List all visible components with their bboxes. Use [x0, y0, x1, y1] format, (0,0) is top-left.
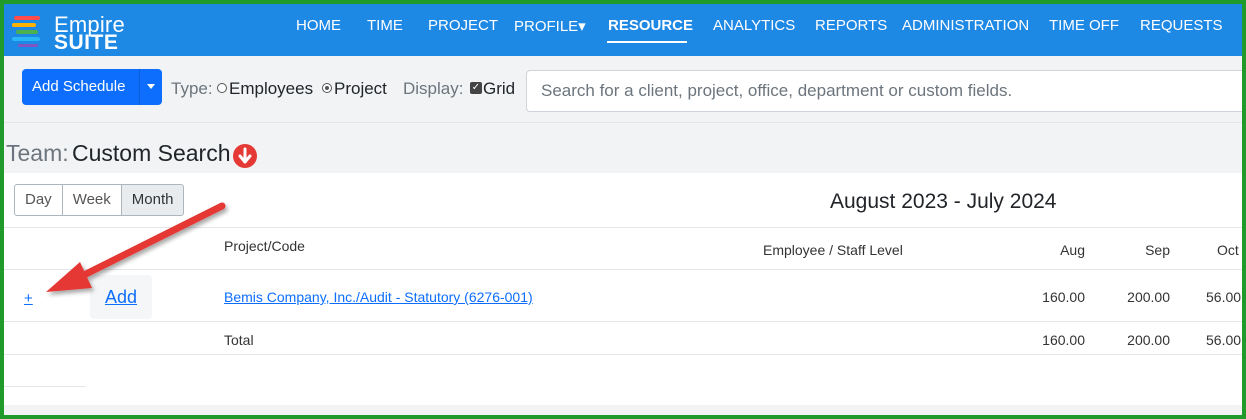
nav-time[interactable]: TIME — [367, 17, 403, 34]
schedule-toolbar: Add Schedule Type: Employees Project Dis… — [4, 56, 1242, 123]
search-input[interactable] — [526, 70, 1242, 112]
footer-strip — [4, 405, 1242, 415]
add-schedule-button[interactable]: Add Schedule — [22, 69, 162, 105]
row-value-aug: 160.00 — [1042, 289, 1085, 305]
add-schedule-divider — [139, 69, 140, 105]
display-label: Display: — [403, 79, 464, 98]
row-divider — [4, 321, 1242, 322]
arrow-down-circle-icon[interactable] — [232, 143, 258, 169]
display-grid-label[interactable]: Grid — [483, 79, 515, 99]
type-label: Type: — [171, 79, 213, 98]
radio-project[interactable] — [322, 83, 332, 93]
add-schedule-label: Add Schedule — [32, 78, 126, 95]
nav-analytics[interactable]: ANALYTICS — [713, 17, 795, 34]
schedule-panel: Day Week Month August 2023 - July 2024 P… — [4, 173, 1242, 405]
team-value: Custom Search — [72, 140, 231, 166]
view-day-button[interactable]: Day — [14, 184, 63, 216]
logo-name-line2: SUITE — [54, 31, 119, 54]
screenshot-frame: Empire SUITE HOME TIME PROJECT PROFILE▾ … — [0, 0, 1246, 419]
header-employee-staff: Employee / Staff Level — [763, 242, 903, 258]
nav-resource[interactable]: RESOURCE — [608, 17, 693, 34]
project-link[interactable]: Bemis Company, Inc./Audit - Statutory (6… — [224, 289, 533, 305]
date-range-title: August 2023 - July 2024 — [830, 190, 1057, 213]
header-divider — [4, 269, 1242, 270]
nav-profile[interactable]: PROFILE▾ — [514, 17, 586, 35]
view-toggle: Day Week Month — [14, 184, 185, 216]
logo-stripes-icon — [12, 16, 40, 47]
team-label: Team: — [6, 140, 69, 166]
total-label: Total — [224, 332, 254, 348]
header-month-aug: Aug — [1060, 242, 1085, 258]
view-month-button[interactable]: Month — [120, 184, 185, 216]
row-value-oct: 56.00 — [1206, 289, 1242, 305]
header-month-oct: Oct — [1217, 242, 1239, 258]
nav-project[interactable]: PROJECT — [428, 17, 498, 34]
top-navbar: Empire SUITE HOME TIME PROJECT PROFILE▾ … — [4, 4, 1242, 56]
total-value-sep: 200.00 — [1127, 332, 1170, 348]
nav-time-off[interactable]: TIME OFF — [1049, 17, 1119, 34]
footer-short-divider — [4, 386, 86, 387]
table-top-divider — [4, 227, 1242, 228]
nav-active-indicator — [607, 41, 687, 43]
nav-home[interactable]: HOME — [296, 17, 341, 34]
radio-employees[interactable] — [217, 83, 227, 93]
radio-project-label[interactable]: Project — [334, 79, 387, 99]
add-row-button[interactable]: Add — [90, 275, 152, 319]
header-project-code: Project/Code — [224, 238, 305, 254]
nav-administration[interactable]: ADMINISTRATION — [902, 17, 1029, 34]
expand-row-link[interactable]: + — [24, 290, 33, 307]
display-grid-checkbox[interactable]: ✓ — [470, 82, 482, 94]
header-month-sep: Sep — [1145, 242, 1170, 258]
view-week-button[interactable]: Week — [61, 184, 122, 216]
total-value-oct: 56.00 — [1206, 332, 1242, 348]
team-header: Team: Custom Search — [4, 123, 1242, 173]
radio-employees-label[interactable]: Employees — [229, 79, 313, 99]
chevron-down-icon[interactable] — [147, 84, 155, 89]
row-value-sep: 200.00 — [1127, 289, 1170, 305]
nav-requests[interactable]: REQUESTS — [1140, 17, 1223, 34]
total-value-aug: 160.00 — [1042, 332, 1085, 348]
total-divider — [4, 354, 1242, 355]
app-logo[interactable]: Empire SUITE — [12, 10, 142, 54]
nav-reports[interactable]: REPORTS — [815, 17, 887, 34]
